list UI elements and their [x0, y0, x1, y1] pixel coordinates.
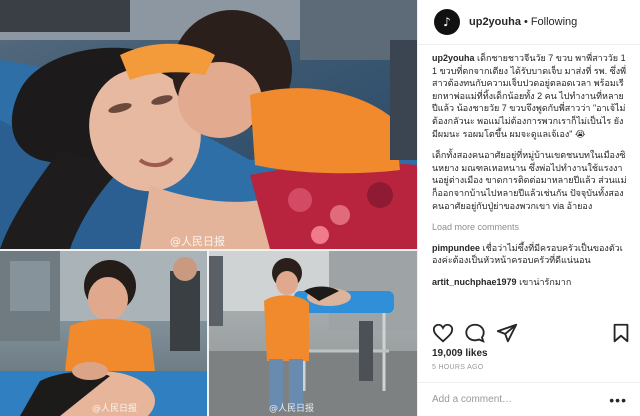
post-sidebar: ♪ up2youha • Following up2youha เด็กชายชาว…: [417, 0, 640, 416]
post-photo[interactable]: @人民日报 @人民日报 @人民日报: [0, 0, 417, 416]
heart-outline-icon[interactable]: [432, 322, 454, 344]
photo-bottom-left-illustration: [0, 251, 207, 416]
username-link[interactable]: up2youha: [469, 16, 521, 28]
comment-username[interactable]: pimpundee: [432, 243, 480, 253]
action-bar: [432, 322, 632, 346]
more-options-icon[interactable]: •••: [609, 393, 627, 407]
caption-paragraph-2: เด็กทั้งสองคนอาศัยอยู่ที่หมู่บ้านเขตชนบท…: [432, 149, 628, 212]
avatar[interactable]: ♪: [434, 9, 460, 35]
photo-panel-bottom-left: @人民日报: [0, 251, 207, 416]
photo-panel-bottom-right: @人民日报: [209, 251, 417, 416]
following-button[interactable]: Following: [531, 16, 577, 28]
post-header: ♪ up2youha • Following: [418, 0, 640, 45]
photo-watermark-top: @人民日报: [170, 235, 225, 248]
comment-item: artit_nuchphae1979 เขาน่ารักมาก: [432, 276, 628, 289]
comment-text: เขาน่ารักมาก: [519, 276, 572, 287]
header-user-line: up2youha • Following: [469, 16, 577, 28]
caption-text-2: เด็กทั้งสองคนอาศัยอยู่ที่หมู่บ้านเขตชนบท…: [432, 150, 627, 211]
caption: up2youha เด็กชายชาวจีนวัย 7 ขวบ พาพี่สาว…: [432, 52, 628, 140]
caption-text-1: เด็กชายชาวจีนวัย 7 ขวบ พาพี่สาววัย 11 ขว…: [432, 53, 627, 139]
speech-bubble-icon[interactable]: [464, 322, 486, 344]
add-comment-bar: •••: [418, 382, 640, 416]
photo-panel-top: @人民日报: [0, 0, 417, 249]
post-timestamp: 5 HOURS AGO: [432, 364, 484, 371]
separator-dot: •: [523, 16, 528, 28]
comment-input[interactable]: [432, 394, 610, 405]
photo-watermark-bottom-right: @人民日报: [269, 404, 315, 414]
likes-count[interactable]: 19,009 likes: [432, 348, 488, 359]
photo-top-illustration: [0, 0, 417, 249]
paper-plane-icon[interactable]: [496, 322, 518, 344]
load-more-comments-link[interactable]: Load more comments: [432, 221, 628, 234]
comment-item: pimpundee เชื่อว่าไม่ซึ้งที่มีครอบครัวเป…: [432, 242, 628, 267]
comment-username[interactable]: artit_nuchphae1979: [432, 277, 517, 287]
caption-username[interactable]: up2youha: [432, 53, 475, 63]
avatar-glyph: ♪: [443, 15, 451, 29]
bookmark-icon[interactable]: [610, 322, 632, 344]
comments-section: up2youha เด็กชายชาวจีนวัย 7 ขวบ พาพี่สาว…: [432, 52, 628, 298]
photo-bottom-right-illustration: [209, 251, 417, 416]
photo-watermark-bottom-left: @人民日报: [92, 404, 138, 414]
